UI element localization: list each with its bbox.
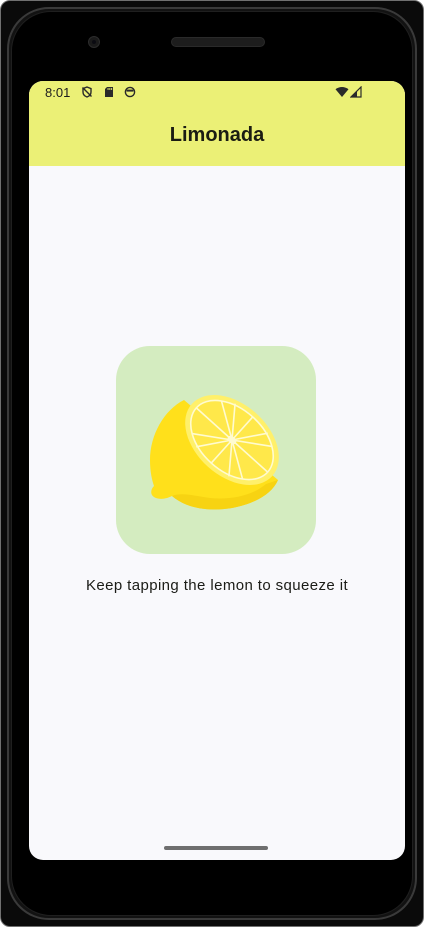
status-time: 8:01 <box>45 85 71 100</box>
sd-card-icon <box>105 87 113 97</box>
front-camera <box>88 36 100 48</box>
app-screen: 8:01 Limonada Keep tapping the lemon to … <box>29 81 405 860</box>
app-bar: Limonada <box>29 105 405 166</box>
earpiece-speaker <box>171 37 265 47</box>
phone-frame: 8:01 Limonada Keep tapping the lemon to … <box>0 0 424 927</box>
main-content: Keep tapping the lemon to squeeze it <box>29 166 405 860</box>
app-title: Limonada <box>169 124 265 146</box>
face-icon <box>124 86 136 98</box>
shield-off-icon <box>82 86 92 98</box>
wifi-icon <box>335 86 349 97</box>
status-bar: 8:01 <box>29 81 405 105</box>
cell-signal-icon <box>350 86 362 98</box>
instruction-text: Keep tapping the lemon to squeeze it <box>85 577 349 594</box>
lemon-half-icon <box>150 395 279 510</box>
gesture-navigation-bar[interactable] <box>164 846 268 850</box>
lemon-image-button[interactable] <box>116 346 316 554</box>
